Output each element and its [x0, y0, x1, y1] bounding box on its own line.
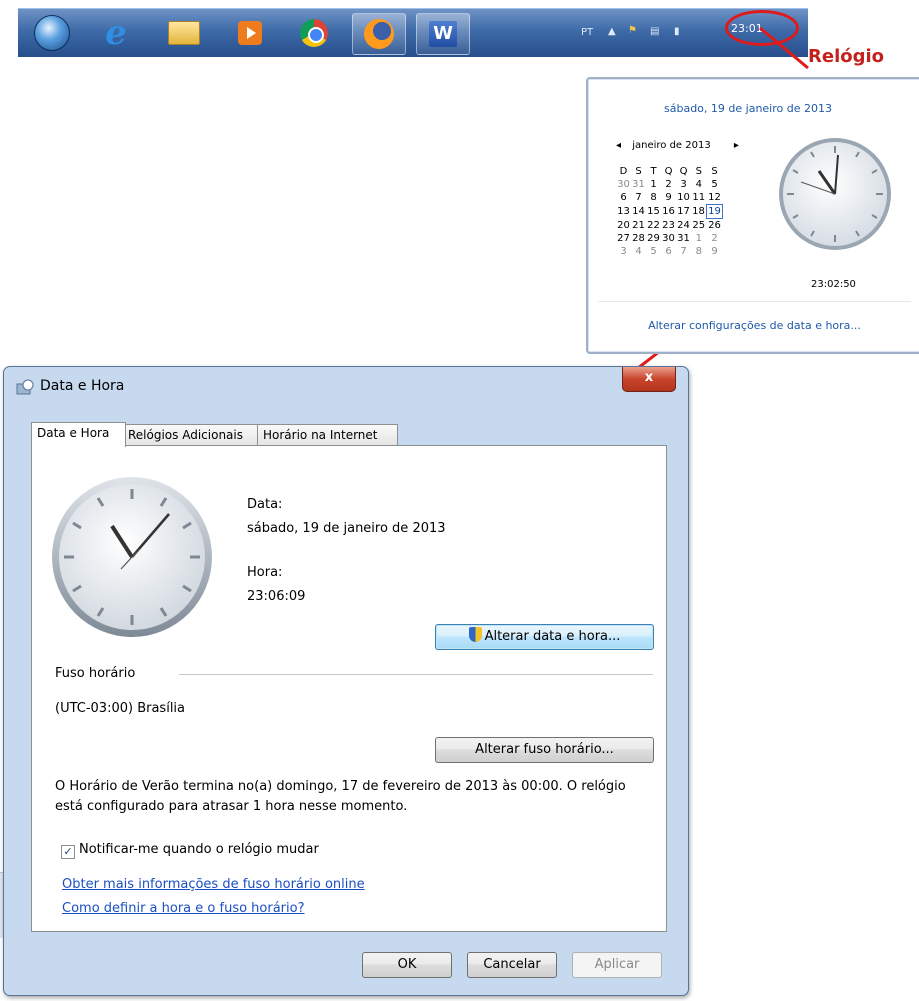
- weekday-label: D: [619, 166, 628, 177]
- timezone-value: (UTC-03:00) Brasília: [55, 701, 186, 716]
- notify-checkbox[interactable]: ✓: [61, 845, 75, 859]
- calendar-week-row: 20 21 22 23 24 25 26: [616, 219, 723, 233]
- weekday-label: S: [635, 166, 642, 177]
- calendar-week-row: 6 7 8 9 10 11 12: [616, 191, 723, 205]
- calendar-day[interactable]: 31: [676, 232, 691, 245]
- apply-button[interactable]: Aplicar: [572, 952, 662, 978]
- dialog-title: Data e Hora: [40, 378, 125, 394]
- tab-date-and-time[interactable]: Data e Hora: [31, 422, 126, 447]
- calendar-day[interactable]: 13: [616, 205, 631, 219]
- calendar-day[interactable]: 14: [631, 205, 646, 219]
- calendar-day-today[interactable]: 19: [706, 204, 723, 219]
- calendar-day[interactable]: 20: [616, 219, 631, 233]
- calendar-day[interactable]: 7: [631, 191, 646, 205]
- analog-clock-icon: [52, 477, 212, 637]
- calendar-day[interactable]: 24: [676, 219, 691, 233]
- calendar-grid: D S T Q Q S S 30 31 1 2 3 4 5 6 7 8 9 10…: [616, 165, 723, 258]
- timezone-info-online-link[interactable]: Obter mais informações de fuso horário o…: [62, 877, 365, 892]
- close-button[interactable]: x: [622, 367, 676, 392]
- ok-button[interactable]: OK: [362, 952, 452, 978]
- weekday-label: S: [695, 166, 702, 177]
- calendar-day[interactable]: 22: [646, 219, 661, 233]
- calendar-day[interactable]: 17: [676, 205, 691, 219]
- change-timezone-button[interactable]: Alterar fuso horário...: [435, 737, 654, 763]
- calendar-day[interactable]: 8: [646, 191, 661, 205]
- date-time-control-panel-icon: [16, 379, 34, 395]
- weekday-header-row: D S T Q Q S S: [616, 165, 723, 178]
- calendar-day[interactable]: 4: [691, 178, 707, 191]
- calendar-day[interactable]: 30: [661, 232, 676, 245]
- change-date-time-label: Alterar data e hora...: [484, 629, 621, 644]
- dst-info-line-2: está configurado para atrasar 1 hora nes…: [55, 799, 408, 814]
- calendar-week-row: 30 31 1 2 3 4 5: [616, 178, 723, 191]
- calendar-day[interactable]: 4: [631, 245, 646, 258]
- calendar-day[interactable]: 31: [631, 178, 646, 191]
- calendar-month-label[interactable]: janeiro de 2013: [632, 140, 711, 151]
- weekday-label: Q: [664, 166, 673, 177]
- calendar-day[interactable]: 12: [707, 191, 723, 205]
- calendar-day[interactable]: 10: [676, 191, 691, 205]
- calendar-day[interactable]: 15: [646, 205, 661, 219]
- popup-divider: [598, 301, 911, 302]
- calendar-day[interactable]: 16: [661, 205, 676, 219]
- tab-additional-clocks[interactable]: Relógios Adicionais: [122, 424, 260, 446]
- calendar-day[interactable]: 27: [616, 232, 631, 245]
- calendar-day[interactable]: 29: [646, 232, 661, 245]
- notify-checkbox-label[interactable]: Notificar-me quando o relógio mudar: [79, 842, 319, 857]
- how-to-set-time-link[interactable]: Como definir a hora e o fuso horário?: [62, 901, 305, 916]
- next-month-icon[interactable]: ▸: [734, 140, 739, 151]
- calendar-week-row: 27 28 29 30 31 1 2: [616, 232, 723, 245]
- calendar-day[interactable]: 9: [661, 191, 676, 205]
- calendar-week-row: 13 14 15 16 17 18 19: [616, 204, 723, 219]
- calendar-day[interactable]: 3: [676, 178, 691, 191]
- calendar-day[interactable]: 2: [707, 232, 723, 245]
- calendar-day[interactable]: 11: [691, 191, 707, 205]
- date-time-dialog: Data e Hora x Data e Hora Relógios Adici…: [3, 366, 689, 996]
- calendar-popup: sábado, 19 de janeiro de 2013 ◂ janeiro …: [586, 77, 919, 354]
- calendar-day[interactable]: 3: [616, 245, 631, 258]
- weekday-label: T: [650, 166, 657, 177]
- date-label: Data:: [247, 497, 283, 512]
- calendar-month-nav: ◂ janeiro de 2013 ▸: [616, 140, 747, 151]
- date-value: sábado, 19 de janeiro de 2013: [247, 521, 446, 536]
- calendar-day[interactable]: 8: [691, 245, 707, 258]
- calendar-day[interactable]: 2: [661, 178, 676, 191]
- calendar-day[interactable]: 6: [661, 245, 676, 258]
- change-date-time-button[interactable]: Alterar data e hora...: [435, 624, 654, 650]
- calendar-day[interactable]: 30: [616, 178, 631, 191]
- uac-shield-icon: [468, 627, 482, 642]
- timezone-separator: [179, 674, 653, 675]
- arrow-to-clock: [759, 26, 809, 70]
- calendar-day[interactable]: 18: [691, 205, 707, 219]
- calendar-day[interactable]: 26: [707, 219, 723, 233]
- weekday-label: S: [711, 166, 718, 177]
- calendar-day[interactable]: 1: [691, 232, 707, 245]
- time-value: 23:06:09: [247, 589, 306, 604]
- timezone-section-header: Fuso horário: [55, 666, 136, 681]
- calendar-day[interactable]: 21: [631, 219, 646, 233]
- change-datetime-settings-link[interactable]: Alterar configurações de data e hora...: [588, 319, 919, 332]
- calendar-day[interactable]: 5: [707, 178, 723, 191]
- calendar-day[interactable]: 9: [707, 245, 723, 258]
- calendar-day[interactable]: 6: [616, 191, 631, 205]
- popup-long-date[interactable]: sábado, 19 de janeiro de 2013: [588, 102, 908, 115]
- tab-internet-time[interactable]: Horário na Internet: [257, 424, 398, 446]
- dst-info-line-1: O Horário de Verão termina no(a) domingo…: [55, 779, 626, 794]
- weekday-label: Q: [679, 166, 688, 177]
- calendar-day[interactable]: 28: [631, 232, 646, 245]
- tab-panel-date-and-time: Data: sábado, 19 de janeiro de 2013 Hora…: [31, 445, 667, 932]
- prev-month-icon[interactable]: ◂: [616, 140, 621, 151]
- analog-clock-icon: [779, 138, 891, 250]
- calendar-day[interactable]: 1: [646, 178, 661, 191]
- calendar-day[interactable]: 25: [691, 219, 707, 233]
- time-label: Hora:: [247, 565, 283, 580]
- calendar-week-row: 3 4 5 6 7 8 9: [616, 245, 723, 258]
- calendar-day[interactable]: 7: [676, 245, 691, 258]
- popup-time: 23:02:50: [811, 279, 856, 290]
- cancel-button[interactable]: Cancelar: [467, 952, 557, 978]
- calendar-day[interactable]: 23: [661, 219, 676, 233]
- calendar-day[interactable]: 5: [646, 245, 661, 258]
